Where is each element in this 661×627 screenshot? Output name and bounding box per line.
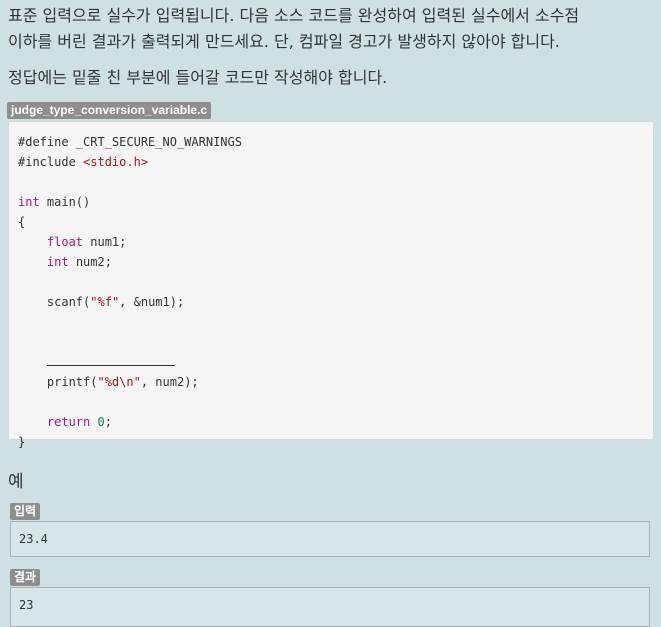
printf-call: printf(	[46, 375, 98, 389]
num2-declaration: num2;	[68, 255, 112, 269]
code-line-include: #include <stdio.h>	[18, 152, 653, 172]
code-line-open-brace: {	[18, 212, 653, 232]
code-line-printf: printf("%d\n", num2);	[18, 372, 653, 392]
printf-format-string: "%d\n"	[97, 375, 141, 389]
code-line-main: int main()	[18, 192, 653, 212]
include-header: <stdio.h>	[83, 155, 149, 169]
keyword-int: int	[46, 255, 69, 269]
printf-arguments: , num2);	[140, 375, 199, 389]
scanf-format-string: "%f"	[90, 295, 120, 309]
code-line-float-decl: float num1;	[18, 232, 653, 252]
code-line-close-brace: }	[18, 432, 653, 452]
include-directive: #include	[18, 155, 84, 169]
filename-tag: judge_type_conversion_variable.c	[7, 102, 212, 119]
semicolon: ;	[104, 415, 112, 429]
code-block: #define _CRT_SECURE_NO_WARNINGS #include…	[8, 121, 654, 449]
close-brace: }	[18, 435, 26, 449]
input-label-tag: 입력	[10, 503, 41, 520]
problem-description-line-1: 표준 입력으로 실수가 입력됩니다. 다음 소스 코드를 완성하여 입력된 실수…	[8, 6, 580, 25]
keyword-return: return	[46, 415, 91, 429]
example-input-box: 23.4	[10, 521, 650, 557]
code-line-int-decl: int num2;	[18, 252, 653, 272]
return-value: 0	[97, 415, 105, 429]
example-heading: 예	[8, 472, 24, 492]
define-directive: #define _CRT_SECURE_NO_WARNINGS	[18, 135, 242, 149]
num1-declaration: num1;	[83, 235, 127, 249]
keyword-int: int	[18, 195, 40, 209]
example-output-box: 23	[10, 587, 650, 627]
open-brace: {	[18, 215, 26, 229]
output-label-tag: 결과	[10, 569, 41, 586]
code-line-scanf: scanf("%f", &num1);	[18, 292, 653, 312]
code-line-define: #define _CRT_SECURE_NO_WARNINGS	[18, 132, 653, 152]
main-signature: main()	[39, 195, 91, 209]
problem-instruction: 정답에는 밑줄 친 부분에 들어갈 코드만 작성해야 합니다.	[8, 68, 388, 87]
scanf-call: scanf(	[46, 295, 91, 309]
problem-description-line-2: 이하를 버린 결과가 출력되게 만드세요. 단, 컴파일 경고가 발생하지 않아…	[8, 32, 560, 51]
answer-blank	[46, 352, 175, 366]
code-line-return: return 0;	[18, 412, 653, 432]
code-line-blank	[18, 352, 653, 372]
keyword-float: float	[46, 235, 84, 249]
scanf-arguments: , &num1);	[119, 295, 185, 309]
